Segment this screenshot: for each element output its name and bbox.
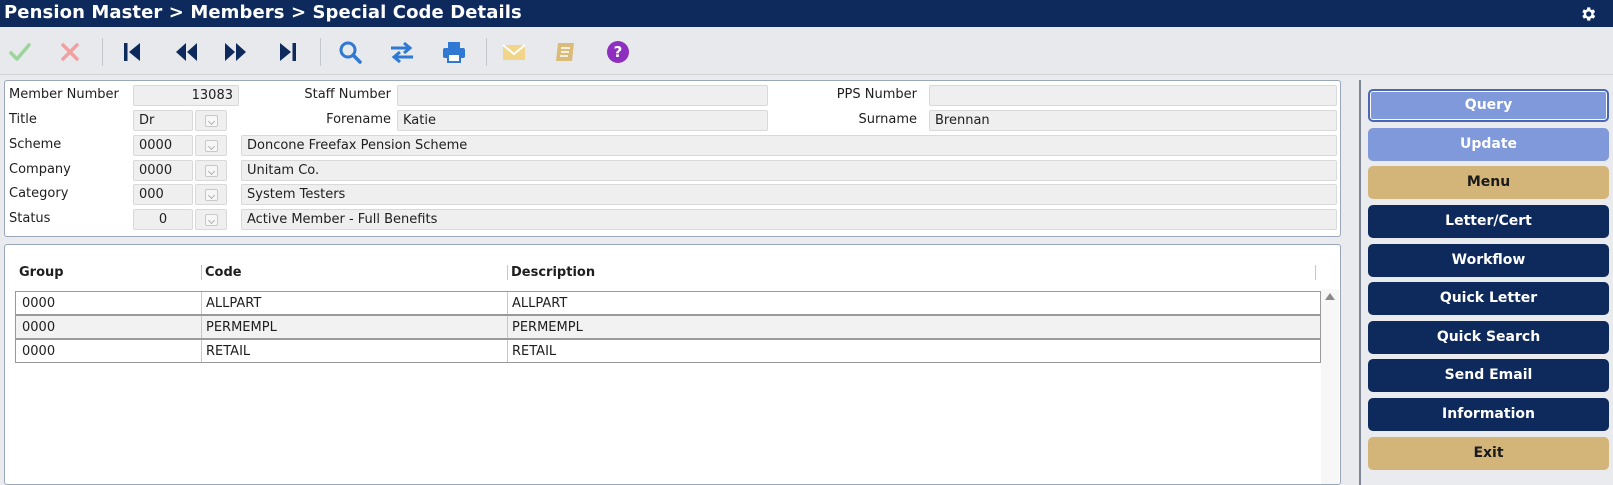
staff-number-label: Staff Number — [304, 87, 391, 102]
cell-divider — [507, 340, 508, 362]
scroll-up-icon[interactable] — [1325, 293, 1335, 300]
cell-group: 0000 — [22, 320, 56, 335]
vertical-scrollbar[interactable] — [1321, 289, 1339, 484]
cell-code: ALLPART — [206, 296, 262, 311]
category-dropdown-button[interactable] — [195, 184, 227, 205]
company-code-field[interactable]: 0000 — [133, 160, 193, 181]
scheme-description: Doncone Freefax Pension Scheme — [241, 135, 1337, 156]
status-description: Active Member - Full Benefits — [241, 209, 1337, 230]
email-icon[interactable] — [500, 38, 528, 66]
table-row[interactable]: 0000 ALLPART ALLPART — [15, 291, 1321, 315]
scheme-dropdown-button[interactable] — [195, 135, 227, 156]
gear-icon[interactable] — [1579, 5, 1597, 23]
cell-code: PERMEMPL — [206, 320, 277, 335]
svg-text:?: ? — [614, 43, 623, 61]
surname-field[interactable]: Brennan — [929, 110, 1337, 131]
status-dropdown-button[interactable] — [195, 209, 227, 230]
column-divider — [201, 265, 202, 280]
workflow-button[interactable]: Workflow — [1368, 244, 1609, 277]
category-code-field[interactable]: 000 — [133, 184, 193, 205]
member-number-field[interactable]: 13083 — [133, 85, 239, 106]
title-field[interactable]: Dr — [133, 110, 193, 131]
swap-icon[interactable] — [388, 38, 416, 66]
status-label: Status — [9, 211, 51, 226]
forename-field[interactable]: Katie — [397, 110, 768, 131]
company-label: Company — [9, 162, 71, 177]
column-divider — [507, 265, 508, 280]
column-header-group[interactable]: Group — [19, 265, 64, 280]
column-divider — [1315, 265, 1316, 280]
title-label: Title — [9, 112, 37, 127]
update-button[interactable]: Update — [1368, 128, 1609, 161]
chevron-down-icon — [205, 165, 218, 177]
notes-book-icon[interactable] — [552, 38, 580, 66]
next-record-icon[interactable] — [222, 38, 250, 66]
cell-code: RETAIL — [206, 344, 251, 359]
menu-button[interactable]: Menu — [1368, 166, 1609, 199]
send-email-button[interactable]: Send Email — [1368, 359, 1609, 392]
pps-number-field[interactable] — [929, 85, 1337, 106]
last-record-icon[interactable] — [274, 38, 302, 66]
help-icon[interactable]: ? — [604, 38, 632, 66]
table-row[interactable]: 0000 PERMEMPL PERMEMPL — [15, 315, 1321, 339]
chevron-down-icon — [205, 189, 218, 201]
query-button[interactable]: Query — [1368, 89, 1609, 122]
chevron-down-icon — [205, 115, 218, 127]
scheme-label: Scheme — [9, 137, 62, 152]
print-icon[interactable] — [440, 38, 468, 66]
category-description: System Testers — [241, 184, 1337, 205]
cell-group: 0000 — [22, 296, 56, 311]
quick-search-button[interactable]: Quick Search — [1368, 321, 1609, 354]
quick-letter-button[interactable]: Quick Letter — [1368, 282, 1609, 315]
cell-group: 0000 — [22, 344, 56, 359]
surname-label: Surname — [858, 112, 917, 127]
cell-description: ALLPART — [512, 296, 568, 311]
information-button[interactable]: Information — [1368, 398, 1609, 431]
chevron-down-icon — [205, 214, 218, 226]
search-icon[interactable] — [336, 38, 364, 66]
title-bar: Pension Master > Members > Special Code … — [0, 0, 1613, 27]
toolbar-separator — [486, 38, 487, 66]
letter-cert-button[interactable]: Letter/Cert — [1368, 205, 1609, 238]
pps-number-label: PPS Number — [836, 87, 917, 102]
cell-divider — [507, 292, 508, 314]
status-code-field[interactable]: 0 — [133, 209, 193, 230]
cell-divider — [201, 292, 202, 314]
member-number-label: Member Number — [9, 87, 119, 102]
table-row[interactable]: 0000 RETAIL RETAIL — [15, 339, 1321, 363]
scheme-code-field[interactable]: 0000 — [133, 135, 193, 156]
sidebar-divider — [1359, 80, 1361, 485]
cross-icon[interactable] — [56, 38, 84, 66]
forename-label: Forename — [326, 112, 391, 127]
check-icon[interactable] — [6, 38, 34, 66]
column-header-description[interactable]: Description — [511, 265, 595, 280]
cell-divider — [507, 316, 508, 338]
cell-description: RETAIL — [512, 344, 557, 359]
member-details-panel: Member Number 13083 Staff Number PPS Num… — [4, 80, 1341, 237]
company-dropdown-button[interactable] — [195, 160, 227, 181]
title-dropdown-button[interactable] — [195, 110, 227, 131]
first-record-icon[interactable] — [118, 38, 146, 66]
chevron-down-icon — [205, 140, 218, 152]
toolbar: ? — [0, 27, 1613, 75]
category-label: Category — [9, 186, 69, 201]
exit-button[interactable]: Exit — [1368, 437, 1609, 470]
page-title: Pension Master > Members > Special Code … — [4, 2, 522, 23]
toolbar-separator — [102, 38, 103, 66]
column-header-code[interactable]: Code — [205, 265, 242, 280]
toolbar-separator — [320, 38, 321, 66]
company-description: Unitam Co. — [241, 160, 1337, 181]
staff-number-field[interactable] — [397, 85, 768, 106]
cell-description: PERMEMPL — [512, 320, 583, 335]
previous-record-icon[interactable] — [172, 38, 200, 66]
cell-divider — [201, 340, 202, 362]
cell-divider — [201, 316, 202, 338]
special-codes-grid: Group Code Description 0000 ALLPART ALLP… — [4, 244, 1341, 485]
